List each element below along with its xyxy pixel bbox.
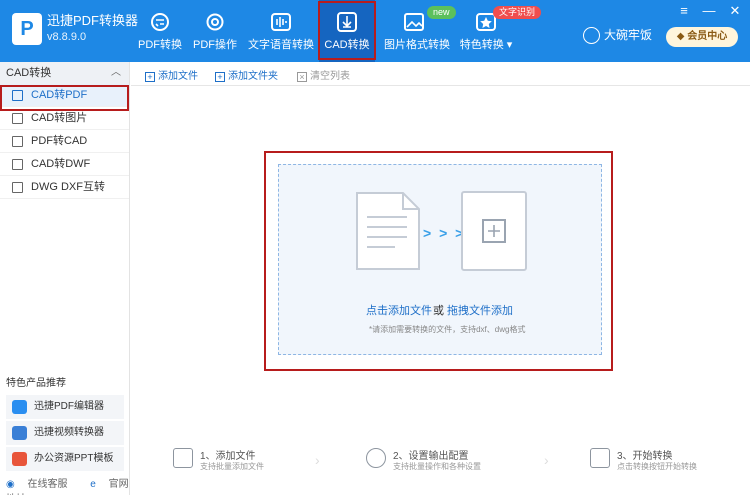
sidebar-footer: ◉ 在线客服 e 官网地址 <box>6 475 129 495</box>
sidebar-item-pdf-to-cad[interactable]: PDF转CAD <box>0 130 129 153</box>
crown-icon: ◆ <box>676 31 688 42</box>
promo-label: 迅捷视频转换器 <box>34 427 104 438</box>
video-converter-icon <box>12 426 27 440</box>
clear-list-label: 清空列表 <box>310 71 350 82</box>
file-icon <box>12 136 23 147</box>
menu-icon[interactable]: ≡ <box>676 3 692 18</box>
sidebar-item-label: DWG DXF互转 <box>31 181 105 193</box>
promo-label: 迅捷PDF编辑器 <box>34 401 104 412</box>
member-center-button[interactable]: ◆ 会员中心 <box>666 27 738 47</box>
step-title: 3、开始转换 <box>617 451 673 462</box>
step-subtitle: 支持批量操作和各种设置 <box>393 462 481 471</box>
audio-wave-icon <box>271 13 291 31</box>
app-logo-icon: P <box>12 13 42 45</box>
chevron-up-icon[interactable]: ︿ <box>111 62 121 84</box>
sidebar-header[interactable]: CAD转换 ︿ <box>0 62 129 84</box>
file-icon <box>12 182 23 193</box>
nav-text-speech[interactable]: 文字语音转换 <box>248 0 314 62</box>
gear-icon <box>206 13 224 31</box>
step-subtitle: 支持批量添加文件 <box>200 462 264 471</box>
globe-icon: e <box>90 479 96 490</box>
trash-icon: × <box>297 72 307 82</box>
pdf-editor-icon <box>12 400 27 414</box>
headset-icon: ◉ <box>6 479 15 490</box>
new-badge: new <box>427 6 456 19</box>
user-name[interactable]: 大碗牢饭 <box>604 26 652 43</box>
add-file-label: 添加文件 <box>158 71 198 82</box>
user-avatar-icon[interactable] <box>583 27 600 44</box>
promo-label: 办公资源PPT模板 <box>34 453 114 464</box>
folder-plus-icon: + <box>215 72 225 82</box>
convert-icon <box>590 448 610 468</box>
gear-icon <box>366 448 386 468</box>
add-folder-button[interactable]: + 添加文件夹 <box>215 67 278 82</box>
chevron-right-icon: › <box>315 452 320 468</box>
chevron-down-icon: ▾ <box>503 39 513 51</box>
toolbar: + 添加文件 + 添加文件夹 × 清空列表 <box>131 62 750 86</box>
nav-label: 图片格式转换 <box>384 39 450 51</box>
image-icon <box>404 13 424 31</box>
service-label: 在线客服 <box>27 479 68 490</box>
sidebar-item-label: CAD转图片 <box>31 112 88 124</box>
member-label: 会员中心 <box>687 31 728 42</box>
add-file-button[interactable]: + 添加文件 <box>145 67 198 82</box>
highlight-box <box>264 151 613 371</box>
promo-video-converter[interactable]: 迅捷视频转换器 <box>6 421 124 445</box>
clear-list-button[interactable]: × 清空列表 <box>297 67 350 82</box>
step-title: 1、添加文件 <box>200 451 256 462</box>
nav-label: PDF转换 <box>138 39 182 51</box>
ocr-badge: 文字识别 <box>493 6 542 19</box>
highlight-box <box>318 1 376 60</box>
app-version: v8.8.9.0 <box>47 31 87 43</box>
nav-pdf-convert[interactable]: PDF转换 <box>132 0 188 62</box>
ppt-template-icon <box>12 452 27 466</box>
sidebar-item-dwg-dxf[interactable]: DWG DXF互转 <box>0 176 129 199</box>
online-service-link[interactable]: ◉ 在线客服 <box>6 479 78 490</box>
promo-ppt-templates[interactable]: 办公资源PPT模板 <box>6 447 124 471</box>
step-title: 2、设置输出配置 <box>393 451 469 462</box>
close-button[interactable]: ✕ <box>727 3 743 19</box>
sidebar-item-label: CAD转DWF <box>31 158 91 170</box>
sidebar-item-label: PDF转CAD <box>31 135 88 147</box>
highlight-box <box>0 85 129 111</box>
step-subtitle: 点击转换按钮开始转换 <box>617 462 697 471</box>
sidebar: CAD转换 ︿ CAD转PDF CAD转图片 PDF转CAD CAD转DWF D… <box>0 62 130 495</box>
nav-label: 文字语音转换 <box>248 39 314 51</box>
image-icon <box>12 113 23 124</box>
promo-pdf-editor[interactable]: 迅捷PDF编辑器 <box>6 395 124 419</box>
nav-label: 特色转换 <box>459 39 504 51</box>
pdf-convert-icon <box>151 13 169 31</box>
file-icon <box>12 159 23 170</box>
minimize-button[interactable]: — <box>701 3 717 18</box>
nav-label: PDF操作 <box>193 39 237 51</box>
add-file-step-icon <box>173 448 193 468</box>
plus-icon: + <box>145 72 155 82</box>
sidebar-item-cad-to-dwf[interactable]: CAD转DWF <box>0 153 129 176</box>
promo-title: 特色产品推荐 <box>6 378 66 389</box>
nav-pdf-operations[interactable]: PDF操作 <box>188 0 242 62</box>
app-title: 迅捷PDF转换器 <box>47 13 139 28</box>
sidebar-header-label: CAD转换 <box>6 67 52 79</box>
chevron-right-icon: › <box>544 452 549 468</box>
add-folder-label: 添加文件夹 <box>228 71 278 82</box>
